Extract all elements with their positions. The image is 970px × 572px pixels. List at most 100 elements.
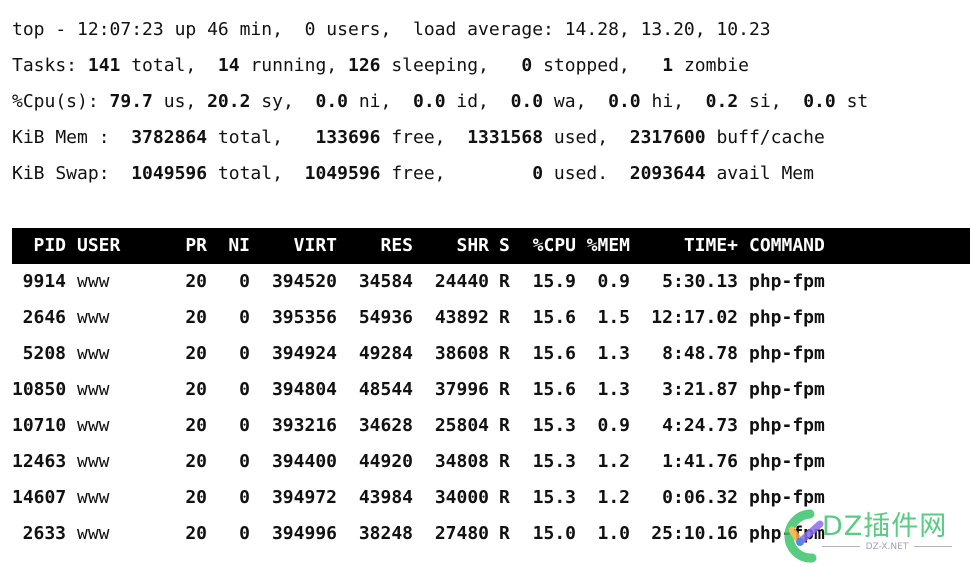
shr-cell: 38608 <box>434 343 489 364</box>
column-header-mem[interactable]: %MEM <box>576 228 630 264</box>
tasks-zombie: 1 <box>662 55 674 76</box>
res-cell: 54936 <box>358 307 413 328</box>
state-cell: R <box>499 487 510 508</box>
top-prefix: top - <box>12 19 78 40</box>
column-header-time[interactable]: TIME+ <box>630 228 738 264</box>
command-cell: php-fpm <box>749 379 825 400</box>
pr-cell: 20 <box>185 487 207 508</box>
tasks-sleeping: 126 <box>347 55 381 76</box>
tasks-total: 141 <box>87 55 121 76</box>
process-table-header: PID USER PR NI VIRT RES SHR S %CPU %MEM TIME+ COMMA… <box>12 228 970 264</box>
pr-cell: 20 <box>185 307 207 328</box>
pr-cell: 20 <box>185 271 207 292</box>
virt-cell: 394400 <box>271 451 337 472</box>
shr-cell: 27480 <box>434 523 489 544</box>
ni-cell: 0 <box>239 487 250 508</box>
command-cell: php-fpm <box>749 523 825 544</box>
command-cell: php-fpm <box>749 307 825 328</box>
process-row[interactable]: 2646 www 20 0 395356 54936 43892 R 15.6 1.5 12:17.… <box>12 300 970 336</box>
mem-free-label: free, <box>380 127 468 148</box>
process-row[interactable]: 2633 www 20 0 394996 38248 27480 R 15.0 1.0 25:10.… <box>12 516 970 552</box>
swap-free-label: free, <box>380 163 533 184</box>
virt-cell: 394520 <box>271 271 337 292</box>
user-cell: www <box>77 271 110 292</box>
cpu-cell: 15.3 <box>532 415 576 436</box>
state-cell: R <box>499 523 510 544</box>
process-row[interactable]: 5208 www 20 0 394924 49284 38608 R 15.6 1.3 8:48.7… <box>12 336 970 372</box>
tasks-stopped: 0 <box>521 55 533 76</box>
mem-total-label: total, <box>207 127 316 148</box>
cpu-hi: 0.0 <box>608 91 641 112</box>
tasks-stopped-label: stopped, <box>532 55 663 76</box>
process-row[interactable]: 12463 www 20 0 394400 44920 34808 R 15.3 1.2 1:41.… <box>12 444 970 480</box>
column-header-command[interactable]: COMMAND <box>738 228 825 264</box>
pr-cell: 20 <box>185 343 207 364</box>
mem-cell: 0.9 <box>597 271 630 292</box>
res-cell: 38248 <box>358 523 413 544</box>
pid-cell: 10710 <box>12 415 67 436</box>
process-row[interactable]: 10850 www 20 0 394804 48544 37996 R 15.6 1.3 3:21.… <box>12 372 970 408</box>
column-header-user[interactable]: USER <box>66 228 174 264</box>
cpu-hi-label: hi, <box>640 91 706 112</box>
time-cell: 4:24.73 <box>662 415 738 436</box>
ni-cell: 0 <box>239 379 250 400</box>
cpu-cell: 15.6 <box>532 343 576 364</box>
pid-cell: 5208 <box>22 343 66 364</box>
swap-label: KiB Swap: <box>12 163 132 184</box>
uptime-line: top - 12:07:23 up 46 min, 0 users, load … <box>12 12 970 48</box>
swap-avail-label: avail Mem <box>705 163 814 184</box>
column-header-pr[interactable]: PR <box>174 228 207 264</box>
cpu-wa-label: wa, <box>543 91 609 112</box>
tasks-line: Tasks: 141 total, 14 running, 126 sleepi… <box>12 48 970 84</box>
command-cell: php-fpm <box>749 451 825 472</box>
mem-cell: 0.9 <box>597 415 630 436</box>
pid-cell: 2646 <box>22 307 66 328</box>
users-label: users, load average: <box>315 19 565 40</box>
time-cell: 1:41.76 <box>662 451 738 472</box>
mem-used: 1331568 <box>467 127 544 148</box>
pid-cell: 9914 <box>22 271 66 292</box>
cpu-st: 0.0 <box>803 91 836 112</box>
state-cell: R <box>499 307 510 328</box>
column-header-ni[interactable]: NI <box>207 228 250 264</box>
virt-cell: 393216 <box>271 415 337 436</box>
mem-cell: 1.3 <box>597 379 630 400</box>
pid-cell: 10850 <box>12 379 67 400</box>
pr-cell: 20 <box>185 379 207 400</box>
swap-line: KiB Swap: 1049596 total, 1049596 free, 0… <box>12 156 970 192</box>
mem-cell: 1.2 <box>597 451 630 472</box>
time-cell: 5:30.13 <box>662 271 738 292</box>
mem-total: 3782864 <box>131 127 208 148</box>
user-cell: www <box>77 487 110 508</box>
swap-used: 0 <box>532 163 544 184</box>
swap-avail: 2093644 <box>629 163 706 184</box>
virt-cell: 394804 <box>271 379 337 400</box>
column-header-pid[interactable]: PID <box>12 228 66 264</box>
mem-free: 133696 <box>315 127 381 148</box>
mem-cell: 1.3 <box>597 343 630 364</box>
mem-buff-cache: 2317600 <box>629 127 706 148</box>
column-header-shr[interactable]: SHR <box>413 228 489 264</box>
load-average: 14.28, 13.20, 10.23 <box>564 19 771 40</box>
swap-used-label: used. <box>543 163 630 184</box>
process-row[interactable]: 9914 www 20 0 394520 34584 24440 R 15.9 0.9 5:30.1… <box>12 264 970 300</box>
state-cell: R <box>499 415 510 436</box>
tasks-running: 14 <box>217 55 240 76</box>
cpu-id-label: id, <box>445 91 511 112</box>
shr-cell: 34808 <box>434 451 489 472</box>
column-header-res[interactable]: RES <box>337 228 413 264</box>
cpu-us-label: us, <box>152 91 208 112</box>
column-header-cpu[interactable]: %CPU <box>521 228 576 264</box>
res-cell: 48544 <box>358 379 413 400</box>
cpu-si-label: si, <box>738 91 804 112</box>
process-row[interactable]: 14607 www 20 0 394972 43984 34000 R 15.3 1.2 0:06.… <box>12 480 970 516</box>
column-header-virt[interactable]: VIRT <box>250 228 337 264</box>
mem-cell: 1.5 <box>597 307 630 328</box>
column-header-s[interactable]: S <box>489 228 521 264</box>
ni-cell: 0 <box>239 523 250 544</box>
user-cell: www <box>77 523 110 544</box>
process-row[interactable]: 10710 www 20 0 393216 34628 25804 R 15.3 0.9 4:24.… <box>12 408 970 444</box>
mem-cell: 1.2 <box>597 487 630 508</box>
pid-cell: 2633 <box>22 523 66 544</box>
cpu-st-label: st <box>835 91 869 112</box>
